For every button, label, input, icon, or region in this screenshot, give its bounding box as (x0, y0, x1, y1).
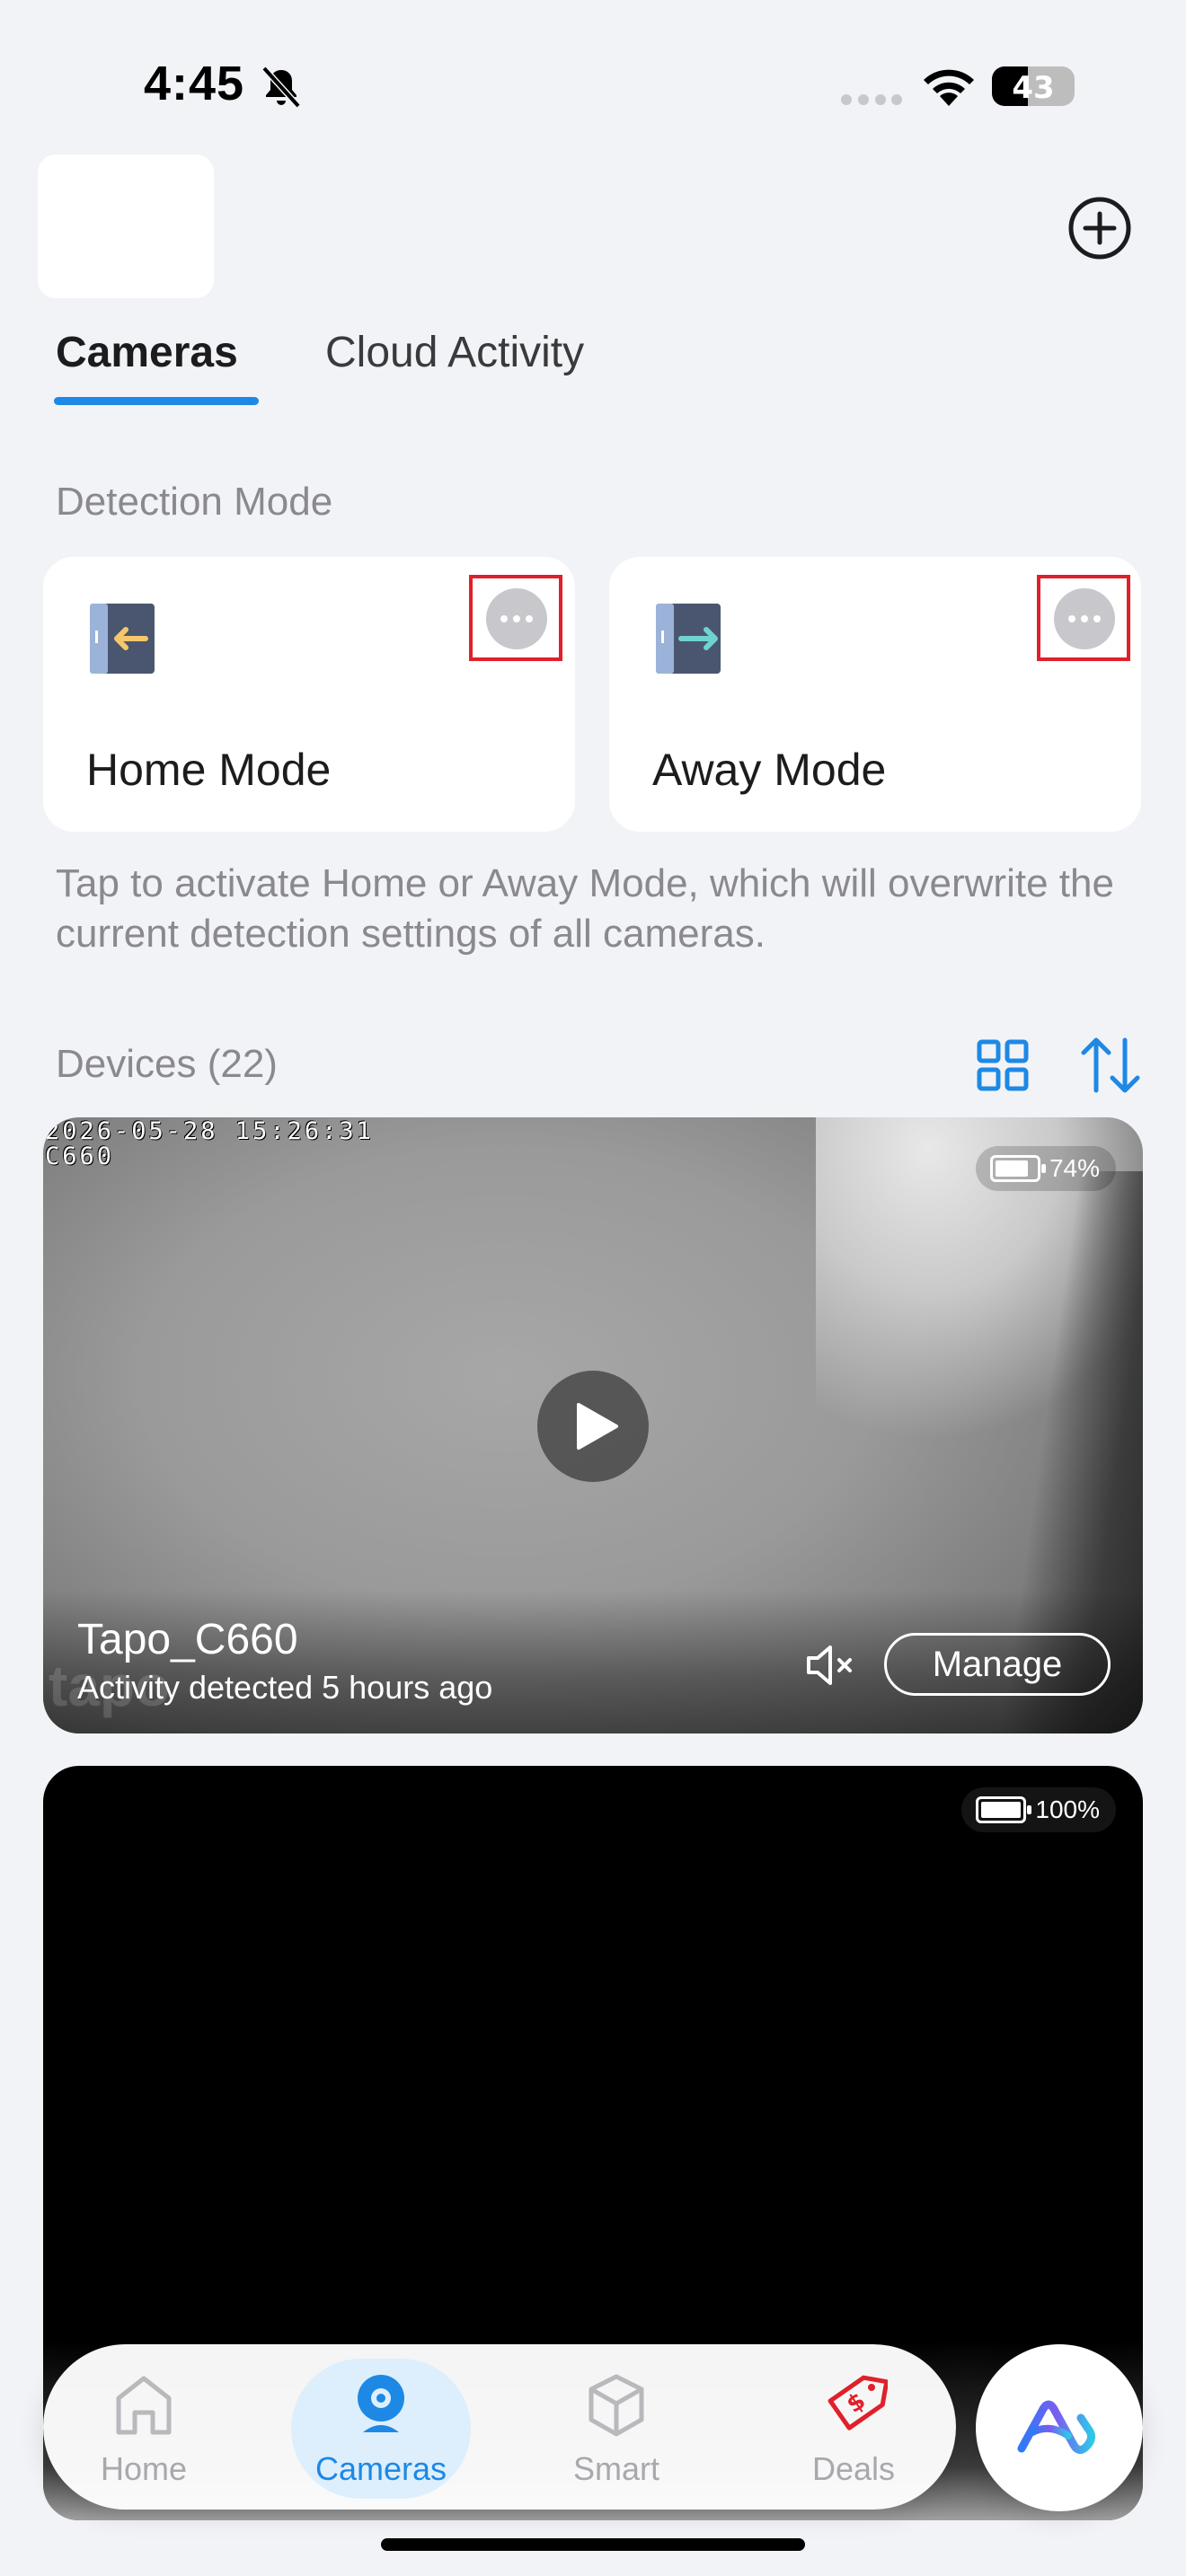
battery-level-text: 43 (1012, 70, 1055, 106)
camera-battery-text: 74% (1049, 1154, 1100, 1182)
home-indicator (381, 2538, 805, 2551)
camera-battery-text: 100% (1035, 1795, 1100, 1823)
camera-name: Tapo_C660 (77, 1616, 298, 1663)
detection-mode-label: Detection Mode (56, 480, 333, 524)
camera-timestamp-overlay: 2026-05-28 15:26:31 (45, 1117, 374, 1145)
tabbar-cameras[interactable]: Cameras (291, 2344, 471, 2510)
bottom-tab-bar: Home Cameras Smart $ Deals (43, 2344, 956, 2510)
battery-icon (989, 1155, 1046, 1182)
tabbar-home-label: Home (100, 2450, 188, 2487)
tabbar-smart-label: Smart (572, 2450, 659, 2487)
tabbar-home[interactable]: Home (54, 2344, 234, 2510)
app-logo-placeholder (38, 154, 214, 298)
door-enter-icon (90, 604, 155, 674)
detection-mode-hint: Tap to activate Home or Away Mode, which… (56, 861, 1114, 956)
away-mode-card[interactable]: Away Mode (609, 557, 1141, 832)
manage-button[interactable]: Manage (884, 1633, 1111, 1696)
away-mode-highlight-box (1037, 575, 1130, 661)
active-tab-indicator (54, 397, 259, 405)
tabbar-deals[interactable]: $ Deals (764, 2344, 943, 2510)
add-device-button[interactable] (1067, 196, 1132, 260)
home-mode-more-button[interactable] (486, 588, 547, 649)
speaker-muted-icon[interactable] (805, 1642, 859, 1689)
status-time: 4:45 (144, 57, 245, 110)
sort-icon[interactable] (1078, 1035, 1143, 1096)
door-exit-icon (656, 604, 721, 674)
home-mode-highlight-box (469, 575, 562, 661)
assistant-button[interactable] (976, 2344, 1143, 2511)
wifi-icon (924, 69, 974, 106)
camera-card[interactable]: 2026-05-28 15:26:31 C660 74% tapo Tapo_C… (43, 1117, 1143, 1734)
signal-dots-icon (841, 94, 902, 105)
away-mode-more-button[interactable] (1054, 588, 1115, 649)
price-tag-icon: $ (828, 2375, 888, 2430)
home-mode-title: Home Mode (86, 745, 332, 795)
play-button[interactable] (537, 1371, 649, 1482)
play-icon (577, 1403, 618, 1450)
tabbar-cameras-label: Cameras (314, 2450, 447, 2487)
battery-icon (976, 1796, 1032, 1823)
camera-model-overlay: C660 (45, 1142, 115, 1170)
camera-battery-badge: 100% (961, 1787, 1116, 1832)
camera-icon (358, 2375, 404, 2432)
tabbar-smart[interactable]: Smart (527, 2344, 706, 2510)
tabbar-deals-label: Deals (811, 2450, 896, 2487)
bell-muted-icon (261, 66, 301, 109)
battery-indicator: 43 (992, 66, 1075, 106)
away-mode-title: Away Mode (652, 745, 887, 795)
camera-activity-text: Activity detected 5 hours ago (77, 1669, 493, 1706)
house-icon (116, 2376, 172, 2435)
tab-cloud-activity[interactable]: Cloud Activity (325, 328, 584, 377)
home-mode-card[interactable]: Home Mode (43, 557, 575, 832)
devices-count-label: Devices (22) (56, 1042, 278, 1086)
assistant-logo-icon (1017, 2400, 1095, 2454)
cube-icon (589, 2374, 644, 2437)
camera-battery-badge: 74% (975, 1146, 1116, 1191)
grid-view-icon[interactable] (976, 1038, 1030, 1092)
tab-cameras[interactable]: Cameras (56, 328, 238, 377)
